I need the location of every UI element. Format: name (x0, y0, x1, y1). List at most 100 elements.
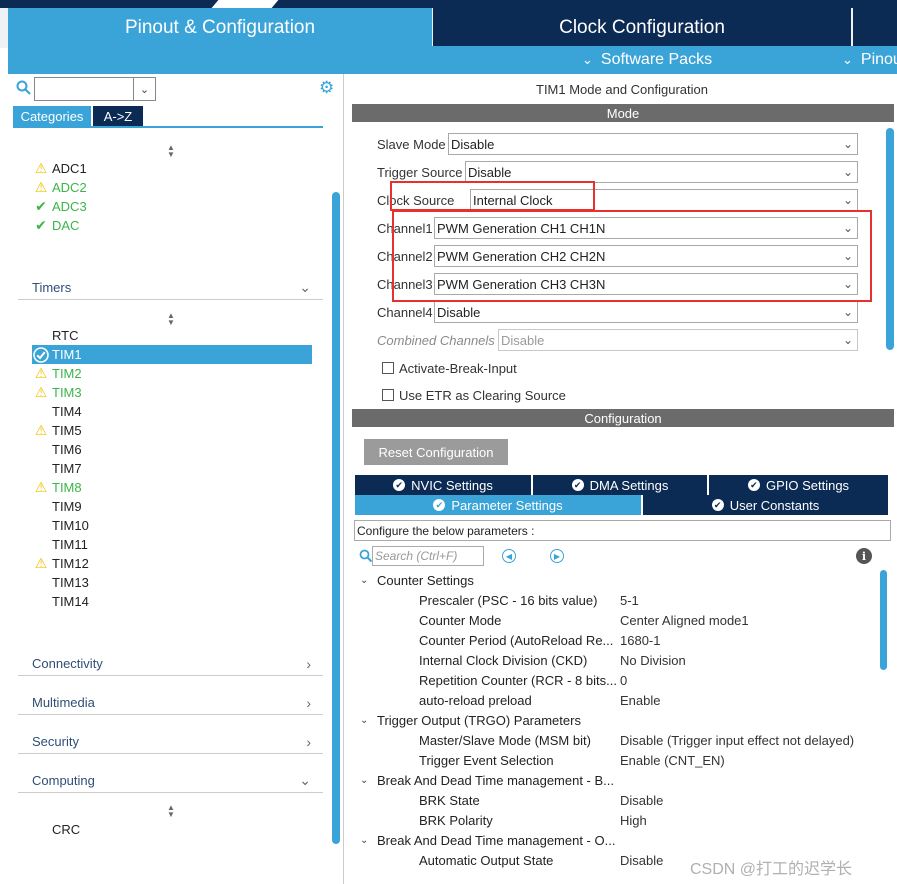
sidebar-item-tim4[interactable]: TIM4 (32, 402, 312, 421)
info-icon[interactable]: i (856, 548, 872, 564)
tab-gpio-settings[interactable]: ✔ GPIO Settings (709, 475, 888, 495)
gear-icon[interactable]: ⚙ (319, 79, 337, 97)
param-value[interactable]: Enable (620, 693, 660, 708)
sidebar-item-tim1[interactable]: TIM1 (32, 345, 312, 364)
chevron-down-icon: ⌄ (842, 165, 853, 179)
param-clock-division[interactable]: Internal Clock Division (CKD) No Divisio… (419, 650, 879, 670)
chevron-right-icon: › (306, 733, 311, 750)
break-input-checkbox[interactable]: Activate-Break-Input (382, 360, 517, 376)
param-value[interactable]: Disable (Trigger input effect not delaye… (620, 733, 854, 748)
sidebar-item-rtc[interactable]: RTC (32, 326, 312, 345)
tab-a-to-z[interactable]: A->Z (93, 106, 143, 126)
param-brk-polarity[interactable]: BRK Polarity High (419, 810, 879, 830)
sort-icon[interactable]: ▲ ▼ (166, 312, 176, 327)
configuration-scrollbar[interactable] (880, 570, 887, 670)
sidebar-item-tim7[interactable]: TIM7 (32, 459, 312, 478)
trigger-source-select[interactable]: Disable ⌄ (465, 161, 858, 183)
param-value[interactable]: Enable (CNT_EN) (620, 753, 725, 768)
sidebar-item-tim14[interactable]: TIM14 (32, 592, 312, 611)
group-trgo-parameters[interactable]: ⌄ Trigger Output (TRGO) Parameters (360, 710, 581, 730)
parameter-search-input[interactable]: Search (Ctrl+F) (372, 546, 484, 566)
tab-user-constants-label: User Constants (729, 497, 820, 513)
sidebar-item-tim10[interactable]: TIM10 (32, 516, 312, 535)
tab-clock-configuration[interactable]: Clock Configuration (433, 8, 851, 48)
no-status-icon (32, 328, 50, 344)
tab-parameter-settings[interactable]: ✔ Parameter Settings (355, 495, 641, 515)
sidebar-item-tim8[interactable]: ⚠ TIM8 (32, 478, 312, 497)
param-value[interactable]: Disable (620, 853, 663, 868)
sidebar-item-adc1[interactable]: ⚠ ADC1 (32, 159, 312, 178)
section-timers[interactable]: Timers ⌄ (18, 276, 323, 300)
tab-overflow[interactable] (853, 8, 897, 48)
section-connectivity[interactable]: Connectivity › (18, 652, 323, 676)
tab-user-constants[interactable]: ✔ User Constants (643, 495, 888, 515)
param-brk-state[interactable]: BRK State Disable (419, 790, 879, 810)
sidebar-item-label: TIM9 (52, 499, 82, 514)
param-value[interactable]: 5-1 (620, 593, 639, 608)
software-packs-menu[interactable]: ⌄ Software Packs (582, 46, 712, 74)
slave-mode-select[interactable]: Disable ⌄ (448, 133, 858, 155)
param-value[interactable]: No Division (620, 653, 686, 668)
param-counter-mode[interactable]: Counter Mode Center Aligned mode1 (419, 610, 879, 630)
param-value[interactable]: 1680-1 (620, 633, 660, 648)
tab-nvic-settings[interactable]: ✔ NVIC Settings (355, 475, 531, 495)
sidebar-item-tim3[interactable]: ⚠ TIM3 (32, 383, 312, 402)
group-counter-settings[interactable]: ⌄ Counter Settings (360, 570, 474, 590)
etr-clearing-checkbox[interactable]: Use ETR as Clearing Source (382, 387, 566, 403)
search-input[interactable]: ⌄ (34, 77, 156, 101)
search-icon[interactable] (16, 80, 32, 96)
sidebar-item-label: CRC (52, 822, 81, 837)
group-break-dead-time-o[interactable]: ⌄ Break And Dead Time management - O... (360, 830, 615, 850)
checkbox-box[interactable] (382, 389, 394, 401)
pinout-menu[interactable]: ⌄ Pinout (842, 46, 897, 74)
sidebar-item-adc2[interactable]: ⚠ ADC2 (32, 178, 312, 197)
section-security[interactable]: Security › (18, 730, 323, 754)
tab-gpio-label: GPIO Settings (765, 477, 850, 493)
section-computing[interactable]: Computing ⌄ (18, 769, 323, 793)
channel4-select[interactable]: Disable ⌄ (434, 301, 858, 323)
sort-icon[interactable]: ▲ ▼ (166, 144, 176, 159)
trigger-source-value: Disable (468, 164, 512, 180)
check-icon: ✔ (571, 479, 584, 491)
warning-icon: ⚠ (34, 555, 48, 571)
sidebar-item-dac[interactable]: ✔ DAC (32, 216, 312, 235)
param-value[interactable]: Disable (620, 793, 663, 808)
sidebar-item-tim5[interactable]: ⚠ TIM5 (32, 421, 312, 440)
sidebar-scrollbar[interactable] (332, 192, 340, 844)
sidebar-item-crc[interactable]: CRC (32, 820, 312, 839)
group-break-dead-time-b[interactable]: ⌄ Break And Dead Time management - B... (360, 770, 614, 790)
section-multimedia[interactable]: Multimedia › (18, 691, 323, 715)
param-name: auto-reload preload (419, 692, 532, 708)
sidebar-item-label: TIM3 (52, 385, 82, 400)
param-master-slave-mode[interactable]: Master/Slave Mode (MSM bit) Disable (Tri… (419, 730, 879, 750)
next-icon[interactable]: ▶ (550, 549, 564, 563)
sidebar-item-tim11[interactable]: TIM11 (32, 535, 312, 554)
sidebar-item-tim12[interactable]: ⚠ TIM12 (32, 554, 312, 573)
param-value[interactable]: 0 (620, 673, 627, 688)
param-value[interactable]: Center Aligned mode1 (620, 613, 749, 628)
sidebar-item-tim2[interactable]: ⚠ TIM2 (32, 364, 312, 383)
param-counter-period[interactable]: Counter Period (AutoReload Re... 1680-1 (419, 630, 879, 650)
mode-scrollbar[interactable] (886, 128, 894, 350)
chevron-down-icon: ⌄ (582, 52, 593, 67)
sidebar-item-tim13[interactable]: TIM13 (32, 573, 312, 592)
sidebar-item-adc3[interactable]: ✔ ADC3 (32, 197, 312, 216)
param-prescaler[interactable]: Prescaler (PSC - 16 bits value) 5-1 (419, 590, 879, 610)
previous-icon[interactable]: ◀ (502, 549, 516, 563)
chevron-down-icon[interactable]: ⌄ (133, 78, 155, 100)
checkbox-box[interactable] (382, 362, 394, 374)
section-computing-label: Computing (32, 773, 95, 788)
section-multimedia-label: Multimedia (32, 695, 95, 710)
tab-dma-settings[interactable]: ✔ DMA Settings (533, 475, 707, 495)
param-auto-reload-preload[interactable]: auto-reload preload Enable (419, 690, 879, 710)
chevron-down-icon: ⌄ (360, 714, 369, 726)
param-repetition-counter[interactable]: Repetition Counter (RCR - 8 bits... 0 (419, 670, 879, 690)
tab-categories[interactable]: Categories (13, 106, 91, 126)
sidebar-item-tim6[interactable]: TIM6 (32, 440, 312, 459)
reset-configuration-button[interactable]: Reset Configuration (364, 439, 508, 465)
sort-icon[interactable]: ▲ ▼ (166, 804, 176, 819)
sidebar-item-tim9[interactable]: TIM9 (32, 497, 312, 516)
param-trigger-event[interactable]: Trigger Event Selection Enable (CNT_EN) (419, 750, 879, 770)
tab-pinout-configuration[interactable]: Pinout & Configuration (8, 8, 432, 48)
param-value[interactable]: High (620, 813, 647, 828)
